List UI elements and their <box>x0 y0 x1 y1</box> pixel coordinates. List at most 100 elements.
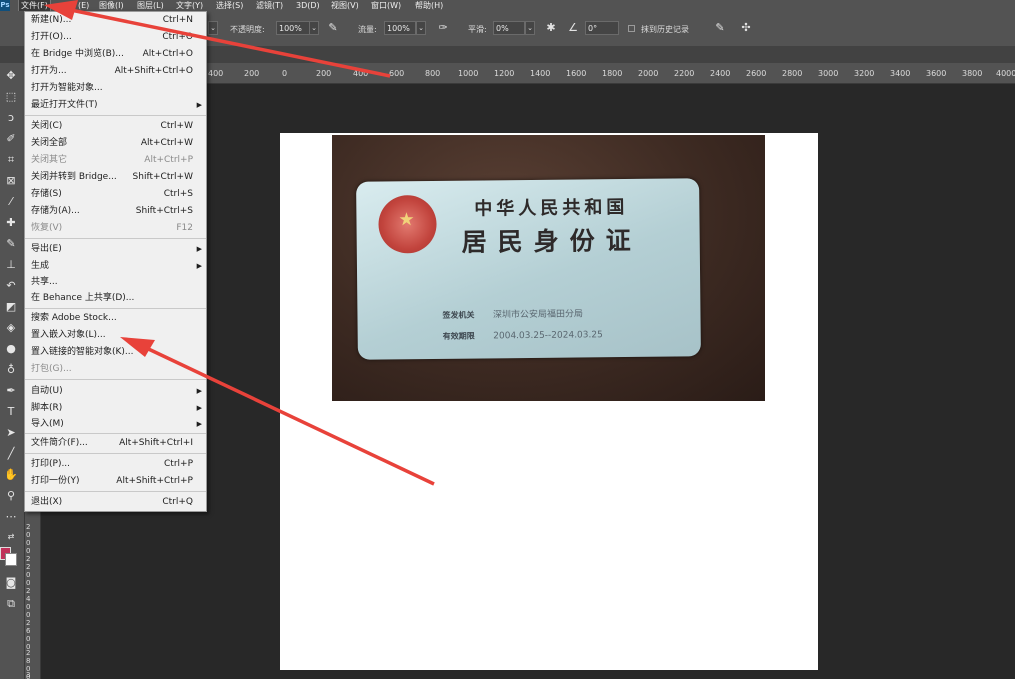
erase-history-checkbox[interactable] <box>628 25 635 32</box>
ruler-tick: 2000 <box>638 69 659 78</box>
zoom-tool-icon[interactable]: ⚲ <box>3 488 19 504</box>
pressure-opacity-icon[interactable]: ✎ <box>326 21 340 35</box>
menu-item-recent-files[interactable]: 最近打开文件(T) ▶ <box>25 97 206 113</box>
crop-tool-icon[interactable]: ⌗ <box>3 152 19 168</box>
menu-item-open-smart-object[interactable]: 打开为智能对象... <box>25 80 206 96</box>
menu-item-search-stock[interactable]: 搜索 Adobe Stock... <box>25 310 206 326</box>
frame-tool-icon[interactable]: ⊠ <box>3 173 19 189</box>
lasso-tool-icon[interactable]: ↄ <box>3 110 19 126</box>
menu-separator <box>25 238 206 239</box>
menu-item-exit[interactable]: 退出(X) Ctrl+Q <box>25 494 206 510</box>
ruler-tick: 3 <box>26 671 31 679</box>
type-tool-icon[interactable]: T <box>3 404 19 420</box>
screen-mode-icon[interactable]: ⧉ <box>3 596 19 612</box>
ruler-tick: 600 <box>389 69 405 78</box>
ruler-tick: 1200 <box>494 69 515 78</box>
menu-item-print-one[interactable]: 打印一份(Y) Alt+Shift+Ctrl+P <box>25 473 206 489</box>
blur-tool-icon[interactable]: ● <box>3 341 19 357</box>
airbrush-icon[interactable]: ✑ <box>436 21 450 35</box>
quick-select-tool-icon[interactable]: ✐ <box>3 131 19 147</box>
brush-tool-icon[interactable]: ✎ <box>3 236 19 252</box>
issuer-value: 深圳市公安局福田分局 <box>492 309 584 321</box>
menu-type[interactable]: 文字(Y) <box>174 0 205 11</box>
more-tools-icon[interactable]: ⋯ <box>3 509 19 525</box>
clone-stamp-tool-icon[interactable]: ⊥ <box>3 257 19 273</box>
menu-item-import[interactable]: 导入(M) ▶ <box>25 416 206 432</box>
pen-tool-icon[interactable]: ✒ <box>3 383 19 399</box>
menu-item-label: 关闭并转到 Bridge... <box>31 172 117 182</box>
mode-dropdown-chevron-icon[interactable]: ⌄ <box>208 21 218 35</box>
photoshop-logo-icon[interactable]: Ps <box>0 0 10 11</box>
menu-layer[interactable]: 图层(L) <box>135 0 166 11</box>
menu-item-export[interactable]: 导出(E) ▶ <box>25 241 206 257</box>
ruler-tick: 2800 <box>782 69 803 78</box>
menu-item-share[interactable]: 共享... <box>25 274 206 290</box>
menu-item-save-as[interactable]: 存储为(A)... Shift+Ctrl+S <box>25 203 206 219</box>
line-tool-icon[interactable]: ╱ <box>3 446 19 462</box>
opacity-field[interactable]: 100% <box>276 21 310 35</box>
menu-item-place-embedded[interactable]: 置入嵌入对象(L)... <box>25 327 206 343</box>
menu-image[interactable]: 图像(I) <box>97 0 126 11</box>
menu-item-revert: 恢复(V) F12 <box>25 220 206 236</box>
dodge-tool-icon[interactable]: ♁ <box>3 362 19 378</box>
flow-chevron-icon[interactable]: ⌄ <box>416 21 426 35</box>
quick-mask-icon[interactable]: ◙ <box>3 575 19 591</box>
marquee-tool-icon[interactable]: ⬚ <box>3 89 19 105</box>
menu-item-scripts[interactable]: 脚本(R) ▶ <box>25 400 206 416</box>
healing-brush-tool-icon[interactable]: ✚ <box>3 215 19 231</box>
menu-select[interactable]: 选择(S) <box>214 0 245 11</box>
menu-edit[interactable]: (E) <box>76 0 91 11</box>
eyedropper-tool-icon[interactable]: ⁄ <box>3 194 19 210</box>
hand-tool-icon[interactable]: ✋ <box>3 467 19 483</box>
menu-separator <box>25 115 206 116</box>
menu-item-close-all[interactable]: 关闭全部 Alt+Ctrl+W <box>25 135 206 151</box>
issuer-row: 签发机关 深圳市公安局福田分局 <box>442 306 583 320</box>
move-tool-icon[interactable]: ✥ <box>3 68 19 84</box>
opacity-chevron-icon[interactable]: ⌄ <box>309 21 319 35</box>
menu-item-label: 在 Behance 上共享(D)... <box>31 293 135 303</box>
symmetry-butterfly-icon[interactable]: ✣ <box>739 21 753 35</box>
angle-icon: ∠ <box>568 21 578 34</box>
menu-item-shortcut: F12 <box>176 223 193 233</box>
menu-filter[interactable]: 滤镜(T) <box>254 0 285 11</box>
ruler-tick: 1800 <box>602 69 623 78</box>
menu-3d[interactable]: 3D(D) <box>294 0 322 11</box>
angle-field[interactable]: 0° <box>585 21 619 35</box>
menu-item-label: 打印一份(Y) <box>31 476 80 486</box>
menu-item-close-go-bridge[interactable]: 关闭并转到 Bridge... Shift+Ctrl+W <box>25 169 206 185</box>
history-brush-tool-icon[interactable]: ↶ <box>3 278 19 294</box>
menu-item-label: 存储为(A)... <box>31 206 80 216</box>
menu-item-browse-bridge[interactable]: 在 Bridge 中浏览(B)... Alt+Ctrl+O <box>25 46 206 62</box>
menu-item-automate[interactable]: 自动(U) ▶ <box>25 383 206 399</box>
pressure-size-icon[interactable]: ✎ <box>713 21 727 35</box>
menu-item-shortcut: Ctrl+W <box>160 121 193 131</box>
path-select-tool-icon[interactable]: ➤ <box>3 425 19 441</box>
menu-item-close[interactable]: 关闭(C) Ctrl+W <box>25 118 206 134</box>
menu-item-share-behance[interactable]: 在 Behance 上共享(D)... <box>25 290 206 306</box>
menu-window[interactable]: 窗口(W) <box>369 0 403 11</box>
submenu-arrow-icon: ▶ <box>196 245 202 253</box>
menu-item-place-linked[interactable]: 置入链接的智能对象(K)... <box>25 344 206 360</box>
smoothing-chevron-icon[interactable]: ⌄ <box>525 21 535 35</box>
menu-item-save[interactable]: 存储(S) Ctrl+S <box>25 186 206 202</box>
menu-item-shortcut: Alt+Shift+Ctrl+I <box>119 438 193 448</box>
menu-item-open-as[interactable]: 打开为... Alt+Shift+Ctrl+O <box>25 63 206 79</box>
menu-item-new[interactable]: 新建(N)... Ctrl+N <box>25 12 206 28</box>
menu-item-file-info[interactable]: 文件简介(F)... Alt+Shift+Ctrl+I <box>25 435 206 451</box>
background-color-swatch[interactable] <box>5 553 17 566</box>
menu-help[interactable]: 帮助(H) <box>413 0 445 11</box>
gear-icon[interactable]: ✱ <box>544 21 558 35</box>
menu-item-label: 文件简介(F)... <box>31 438 88 448</box>
menu-item-shortcut: Ctrl+N <box>162 15 193 25</box>
swap-colors-icon[interactable]: ⇄ <box>3 529 19 545</box>
paint-bucket-tool-icon[interactable]: ◈ <box>3 320 19 336</box>
menu-item-print[interactable]: 打印(P)... Ctrl+P <box>25 456 206 472</box>
menu-item-open[interactable]: 打开(O)... Ctrl+O <box>25 29 206 45</box>
eraser-tool-icon[interactable]: ◩ <box>3 299 19 315</box>
ruler-tick: 2600 <box>746 69 767 78</box>
smoothing-field[interactable]: 0% <box>493 21 525 35</box>
menu-view[interactable]: 视图(V) <box>329 0 361 11</box>
flow-field[interactable]: 100% <box>384 21 416 35</box>
menu-item-generate[interactable]: 生成 ▶ <box>25 258 206 274</box>
ruler-tick: 1000 <box>458 69 479 78</box>
